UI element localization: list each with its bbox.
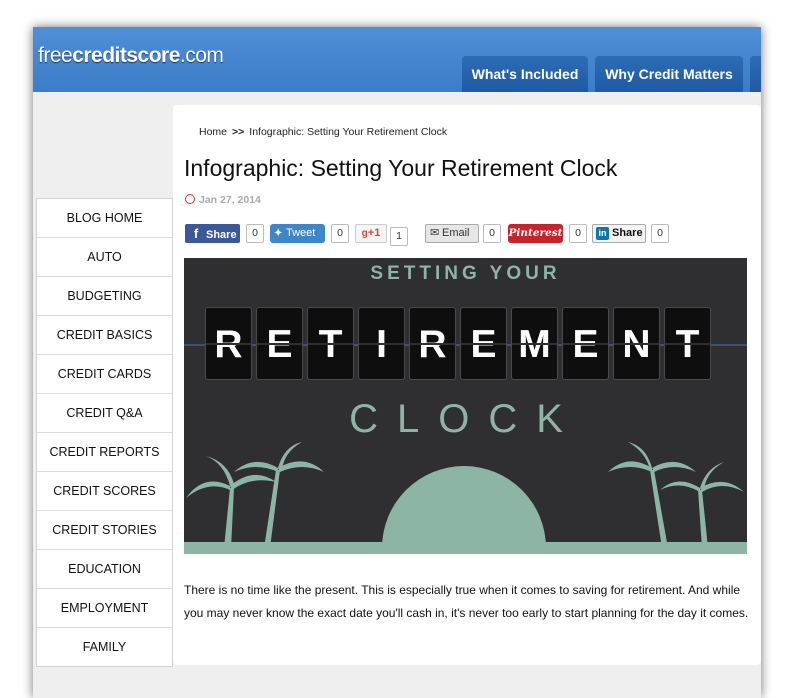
sidebar-item-education[interactable]: EDUCATION bbox=[37, 550, 172, 589]
linkedin-share-button[interactable]: in Share bbox=[592, 224, 646, 243]
sidebar-item-credit-scores[interactable]: CREDIT SCORES bbox=[37, 472, 172, 511]
sun-shape bbox=[382, 466, 546, 548]
linkedin-count: 0 bbox=[651, 224, 669, 243]
header-bar: freecreditscore.com What's Included Why … bbox=[33, 27, 761, 92]
nav-tab-overflow[interactable] bbox=[750, 56, 761, 92]
share-bar: f Share 0 ✦ Tweet 0 g+1 1 ✉ Email 0 Pintere… bbox=[185, 224, 755, 246]
sidebar-item-budgeting[interactable]: BUDGETING bbox=[37, 277, 172, 316]
sidebar-item-auto[interactable]: AUTO bbox=[37, 238, 172, 277]
sidebar-item-credit-basics[interactable]: CREDIT BASICS bbox=[37, 316, 172, 355]
pinterest-count: 0 bbox=[569, 224, 587, 243]
site-logo[interactable]: freecreditscore.com bbox=[38, 44, 224, 68]
pinterest-button[interactable]: Pinterest bbox=[508, 224, 563, 243]
article-panel: Home >> Infographic: Setting Your Retireme… bbox=[173, 105, 761, 665]
facebook-share-label: Share bbox=[206, 229, 237, 241]
breadcrumb-home-link[interactable]: Home bbox=[199, 126, 227, 138]
email-count: 0 bbox=[483, 224, 501, 243]
sidebar-item-family[interactable]: FAMILY bbox=[37, 628, 172, 666]
linkedin-icon: in bbox=[596, 227, 609, 240]
sidebar-item-credit-reports[interactable]: CREDIT REPORTS bbox=[37, 433, 172, 472]
facebook-count: 0 bbox=[246, 224, 264, 243]
logo-text-free: free bbox=[38, 44, 73, 67]
facebook-share-button[interactable]: f Share bbox=[185, 224, 240, 243]
sidebar-item-employment[interactable]: EMPLOYMENT bbox=[37, 589, 172, 628]
gplus-count: 1 bbox=[390, 227, 408, 246]
nav-tab-why-credit-matters[interactable]: Why Credit Matters bbox=[595, 56, 743, 92]
breadcrumb: Home >> Infographic: Setting Your Retireme… bbox=[199, 126, 447, 138]
palm-sunset-illustration bbox=[184, 442, 747, 554]
clock-icon bbox=[185, 194, 195, 204]
email-share-label: Email bbox=[442, 227, 470, 239]
date-text: Jan 27, 2014 bbox=[199, 194, 261, 206]
category-sidebar: BLOG HOME AUTO BUDGETING CREDIT BASICS C… bbox=[36, 198, 173, 667]
right-palm-trees bbox=[608, 442, 744, 548]
twitter-tweet-button[interactable]: ✦ Tweet bbox=[270, 224, 325, 243]
twitter-bird-icon: ✦ bbox=[274, 228, 283, 239]
twitter-count: 0 bbox=[331, 224, 349, 243]
article-date: Jan 27, 2014 bbox=[185, 193, 261, 206]
twitter-tweet-label: Tweet bbox=[286, 227, 316, 239]
page: freecreditscore.com What's Included Why … bbox=[33, 27, 761, 698]
article-title: Infographic: Setting Your Retirement Clo… bbox=[184, 155, 618, 181]
infographic-banner[interactable]: SETTING YOUR R E T I R E M E N T CLOCK bbox=[184, 258, 747, 554]
logo-text-com: .com bbox=[179, 44, 224, 67]
facebook-icon: f bbox=[193, 226, 199, 241]
envelope-icon: ✉ bbox=[430, 227, 440, 239]
sidebar-item-credit-cards[interactable]: CREDIT CARDS bbox=[37, 355, 172, 394]
left-palm-trees bbox=[186, 442, 324, 548]
google-plus-button[interactable]: g+1 bbox=[355, 224, 387, 243]
breadcrumb-separator: >> bbox=[232, 126, 245, 138]
gplus-label: +1 bbox=[367, 227, 381, 239]
logo-text-creditscore: creditscore bbox=[72, 44, 180, 67]
nav-tab-whats-included[interactable]: What's Included bbox=[462, 56, 588, 92]
sidebar-item-blog-home[interactable]: BLOG HOME bbox=[37, 199, 172, 238]
linkedin-share-label: Share bbox=[612, 227, 643, 239]
sidebar-item-credit-qa[interactable]: CREDIT Q&A bbox=[37, 394, 172, 433]
sidebar-item-credit-stories[interactable]: CREDIT STORIES bbox=[37, 511, 172, 550]
article-intro-paragraph: There is no time like the present. This … bbox=[184, 583, 749, 620]
breadcrumb-current: Infographic: Setting Your Retirement Clo… bbox=[249, 126, 448, 138]
email-share-button[interactable]: ✉ Email bbox=[425, 224, 479, 243]
